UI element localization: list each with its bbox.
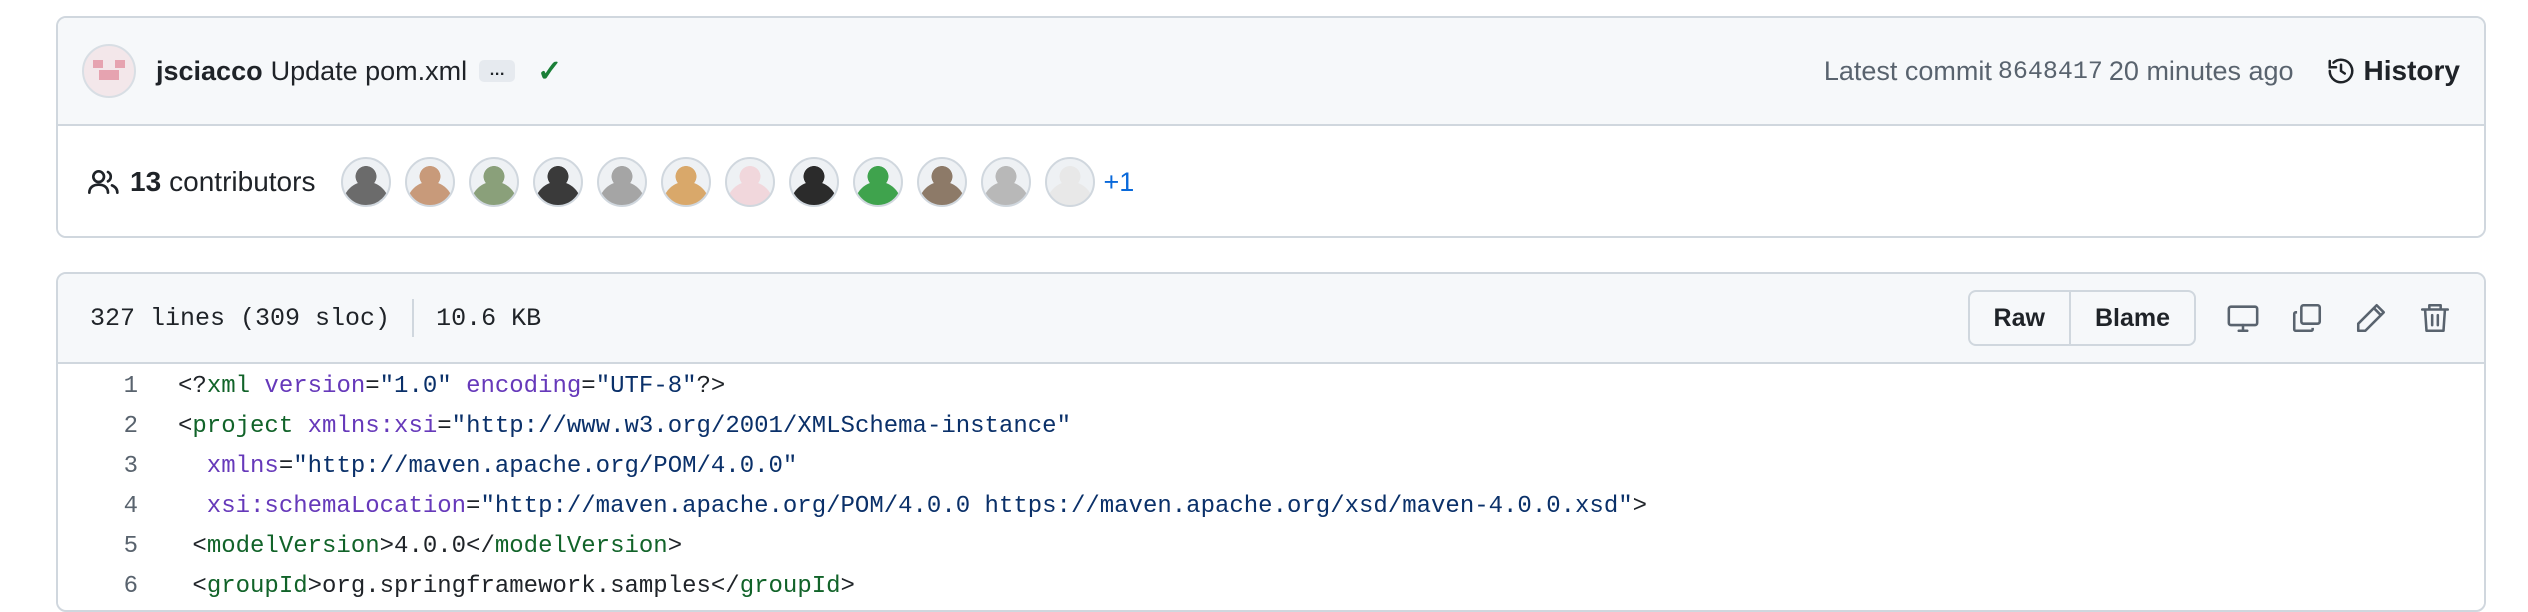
- code-line: 2 <project xmlns:xsi="http://www.w3.org/…: [58, 406, 2484, 446]
- commit-author-link[interactable]: jsciacco: [156, 56, 263, 87]
- file-size: 10.6 KB: [436, 303, 542, 333]
- contributor-avatar[interactable]: [917, 157, 968, 207]
- history-label: History: [2363, 55, 2460, 86]
- history-icon: [2328, 58, 2353, 84]
- line-content: <project xmlns:xsi="http://www.w3.org/20…: [178, 412, 1071, 440]
- commit-box: jsciacco Update pom.xml … ✓ Latest commi…: [56, 16, 2486, 238]
- line-content: <?xml version="1.0" encoding="UTF-8"?>: [178, 372, 726, 400]
- contributor-avatar[interactable]: [661, 157, 712, 207]
- line-number[interactable]: 4: [58, 493, 138, 520]
- divider: [412, 299, 415, 337]
- line-number[interactable]: 6: [58, 573, 138, 600]
- commit-time: 20 minutes ago: [2108, 55, 2294, 86]
- contributor-avatar[interactable]: [341, 157, 392, 207]
- more-contributors-link[interactable]: +1: [1103, 167, 1134, 198]
- code-line: 4 xsi:schemaLocation="http://maven.apach…: [58, 486, 2484, 526]
- check-icon[interactable]: ✓: [537, 54, 562, 89]
- file-line-info: 327 lines (309 sloc): [90, 303, 391, 333]
- contributor-avatar[interactable]: [469, 157, 520, 207]
- pencil-icon[interactable]: [2354, 301, 2388, 335]
- contributor-avatar[interactable]: [533, 157, 584, 207]
- raw-blame-group: Raw Blame: [1967, 290, 2196, 346]
- line-content: xsi:schemaLocation="http://maven.apache.…: [178, 492, 1648, 520]
- contributor-avatar[interactable]: [405, 157, 456, 207]
- contributor-avatar[interactable]: [981, 157, 1032, 207]
- line-number[interactable]: 5: [58, 533, 138, 560]
- blame-button[interactable]: Blame: [2068, 292, 2194, 344]
- line-number[interactable]: 2: [58, 413, 138, 440]
- contributors-row: 13 contributors +1: [58, 126, 2484, 236]
- line-content: <modelVersion>4.0.0</modelVersion>: [178, 532, 683, 560]
- history-link[interactable]: History: [2326, 55, 2460, 87]
- contributor-avatars: [341, 157, 1096, 207]
- expand-message-button[interactable]: …: [479, 60, 516, 82]
- line-content: <groupId>org.springframework.samples</gr…: [178, 572, 855, 600]
- copy-icon[interactable]: [2290, 301, 2324, 335]
- display-icon[interactable]: [2226, 301, 2260, 335]
- contributor-avatar[interactable]: [597, 157, 648, 207]
- line-number[interactable]: 3: [58, 453, 138, 480]
- commit-message-link[interactable]: Update pom.xml: [271, 56, 468, 87]
- latest-commit-row: jsciacco Update pom.xml … ✓ Latest commi…: [58, 18, 2484, 126]
- code-line: 3 xmlns="http://maven.apache.org/POM/4.0…: [58, 446, 2484, 486]
- contributor-avatar[interactable]: [789, 157, 840, 207]
- contributors-label: contributors: [169, 166, 316, 197]
- latest-commit-label: Latest commit: [1823, 55, 1992, 86]
- contributor-count: 13: [130, 166, 162, 197]
- contributor-avatar[interactable]: [1045, 157, 1096, 207]
- people-icon: [88, 170, 119, 194]
- line-number[interactable]: 1: [58, 373, 138, 400]
- contributors-link[interactable]: 13 contributors: [88, 166, 315, 198]
- contributor-avatar[interactable]: [853, 157, 904, 207]
- line-content: xmlns="http://maven.apache.org/POM/4.0.0…: [178, 452, 798, 480]
- code-line: 1 <?xml version="1.0" encoding="UTF-8"?>: [58, 366, 2484, 406]
- file-viewer: 327 lines (309 sloc) 10.6 KB Raw Blame 1…: [56, 272, 2486, 612]
- file-header: 327 lines (309 sloc) 10.6 KB Raw Blame: [58, 274, 2484, 364]
- code-line: 5 <modelVersion>4.0.0</modelVersion>: [58, 526, 2484, 566]
- trash-icon[interactable]: [2418, 301, 2452, 335]
- code-line: 6 <groupId>org.springframework.samples</…: [58, 566, 2484, 606]
- commit-sha-link[interactable]: 8648417: [1998, 57, 2103, 86]
- contributor-avatar[interactable]: [725, 157, 776, 207]
- code-view: 1 <?xml version="1.0" encoding="UTF-8"?>…: [58, 364, 2484, 606]
- raw-button[interactable]: Raw: [1970, 292, 2069, 344]
- author-avatar[interactable]: [82, 44, 136, 98]
